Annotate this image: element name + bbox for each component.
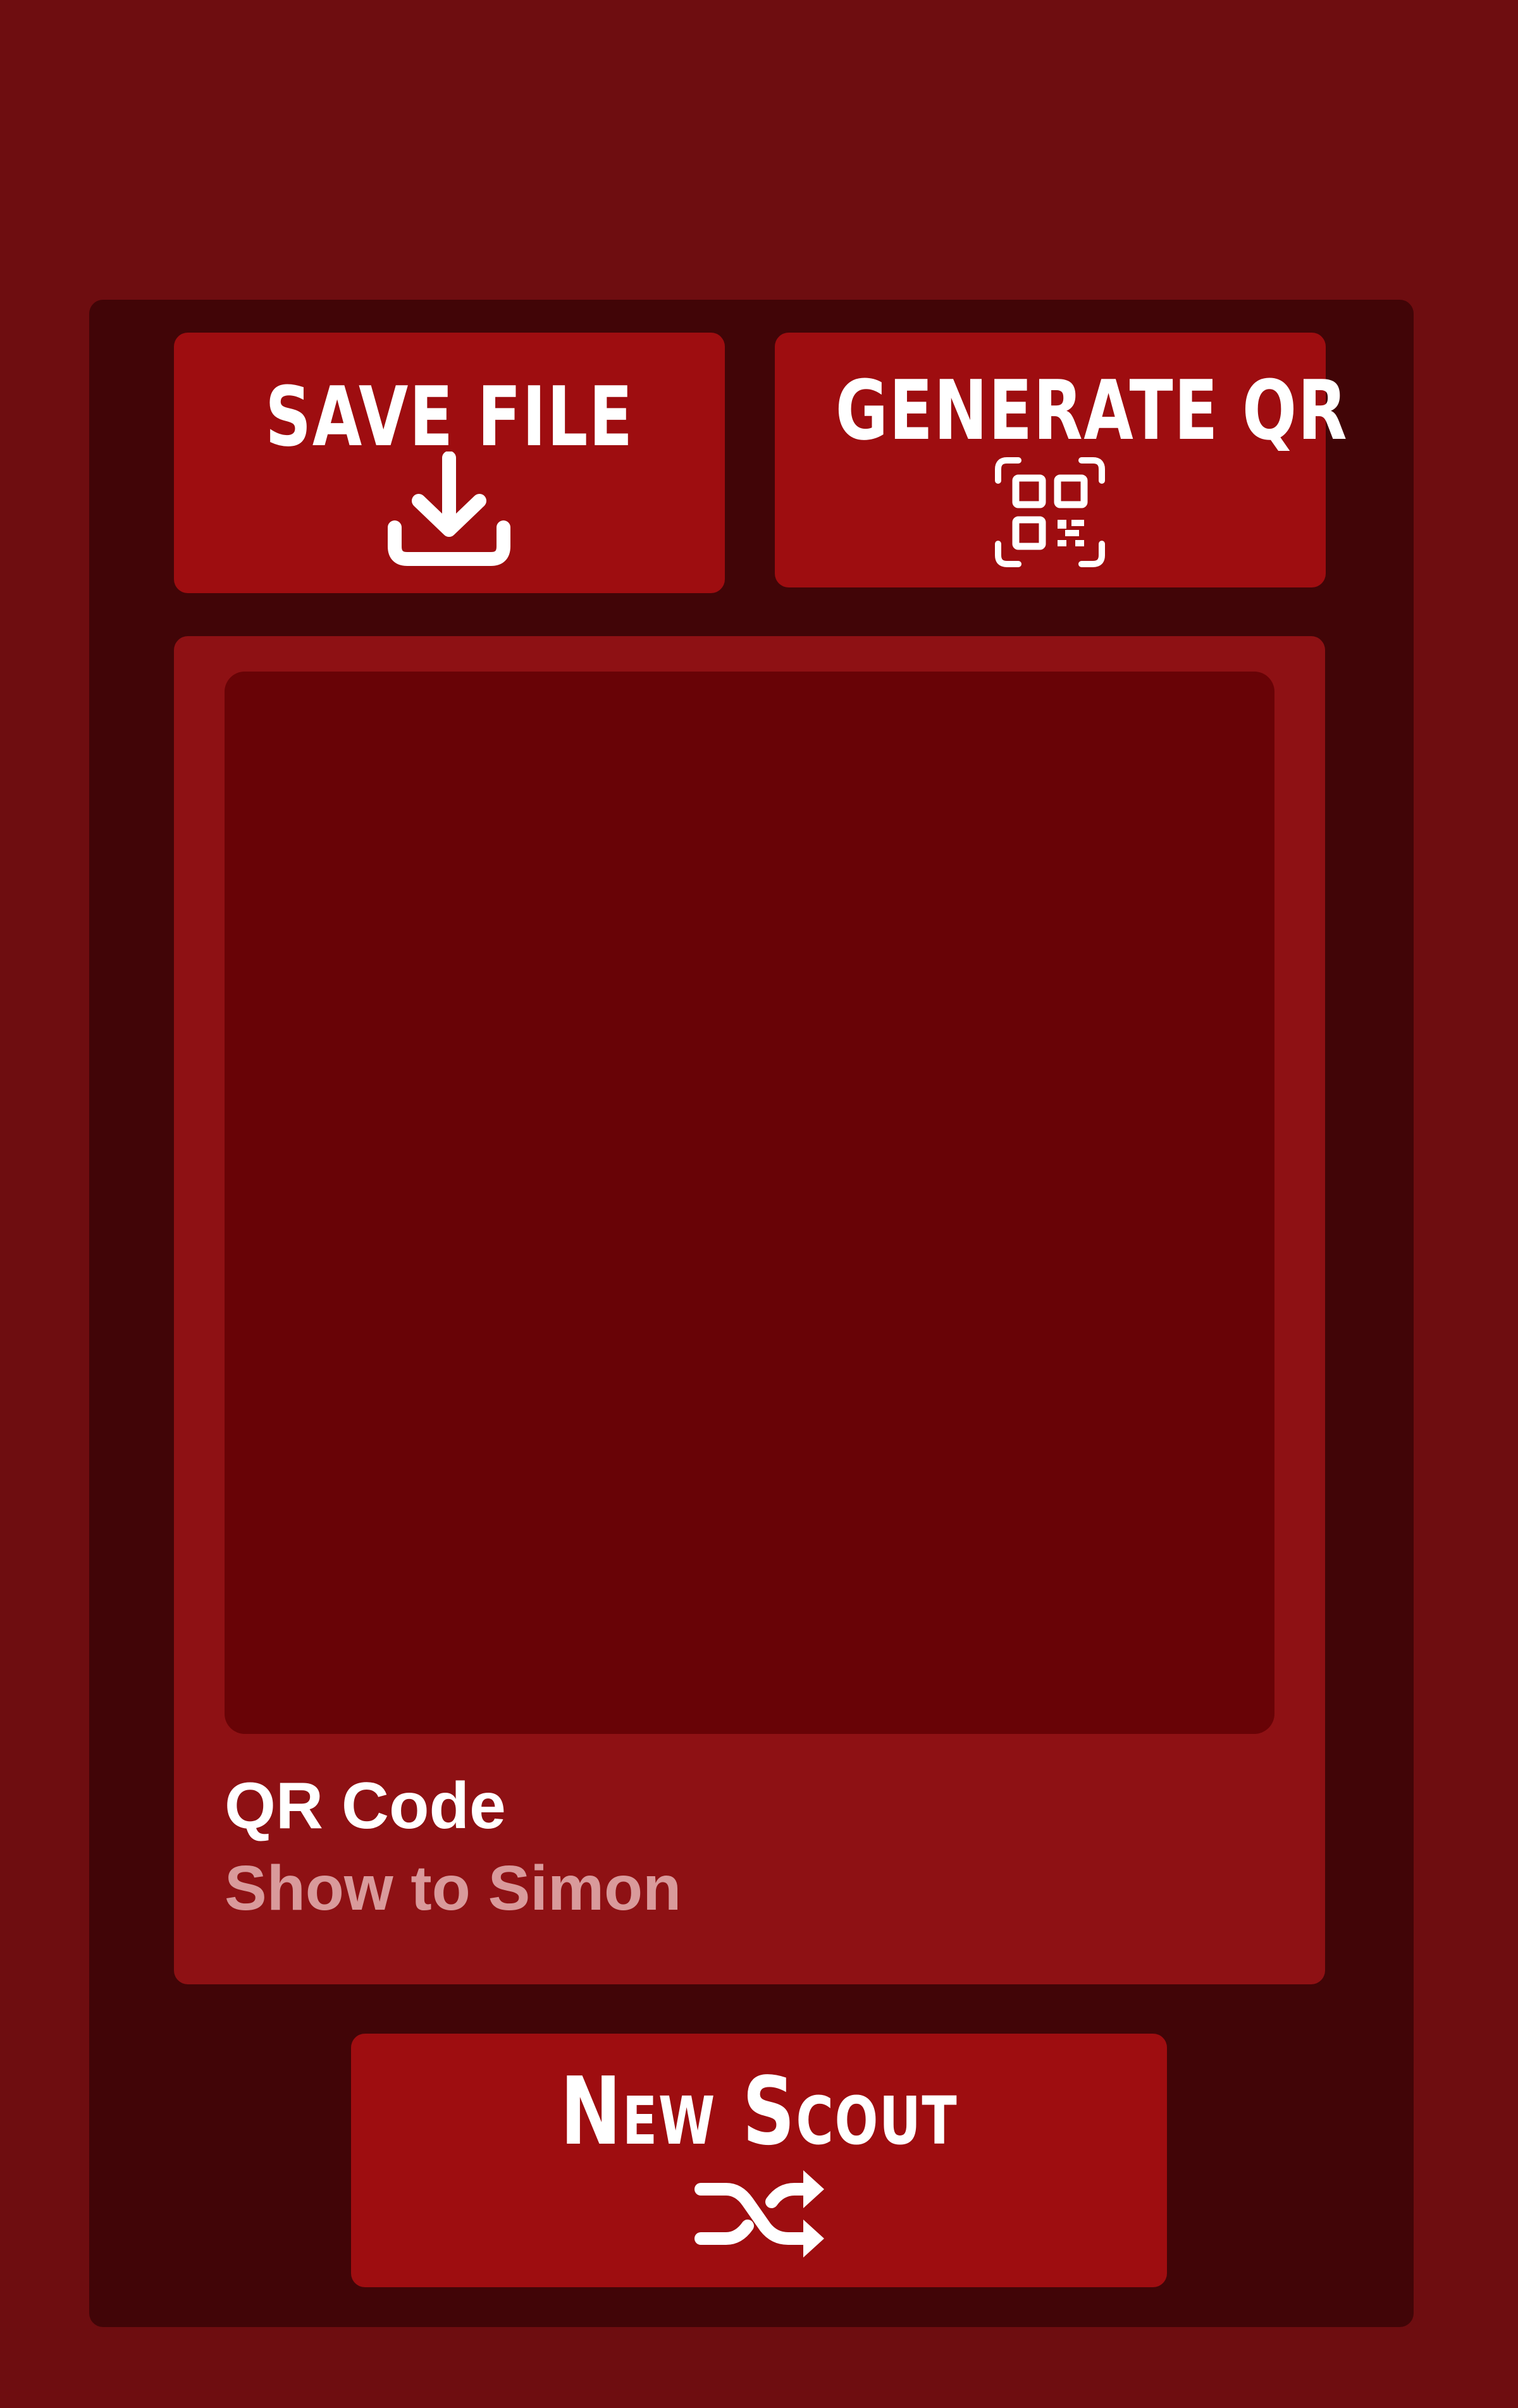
qr-code-display bbox=[225, 672, 1274, 1734]
qr-scan-icon bbox=[995, 457, 1105, 567]
qr-card-subtitle: Show to Simon bbox=[225, 1853, 682, 1924]
qr-card-title: QR Code bbox=[225, 1769, 506, 1843]
qr-code-card: QR Code Show to Simon bbox=[174, 636, 1325, 1984]
generate-qr-label: GENERATE QR bbox=[835, 362, 1348, 458]
shuffle-icon bbox=[694, 2170, 824, 2258]
download-icon bbox=[388, 452, 510, 566]
new-scout-label: New Scout bbox=[560, 2057, 958, 2166]
